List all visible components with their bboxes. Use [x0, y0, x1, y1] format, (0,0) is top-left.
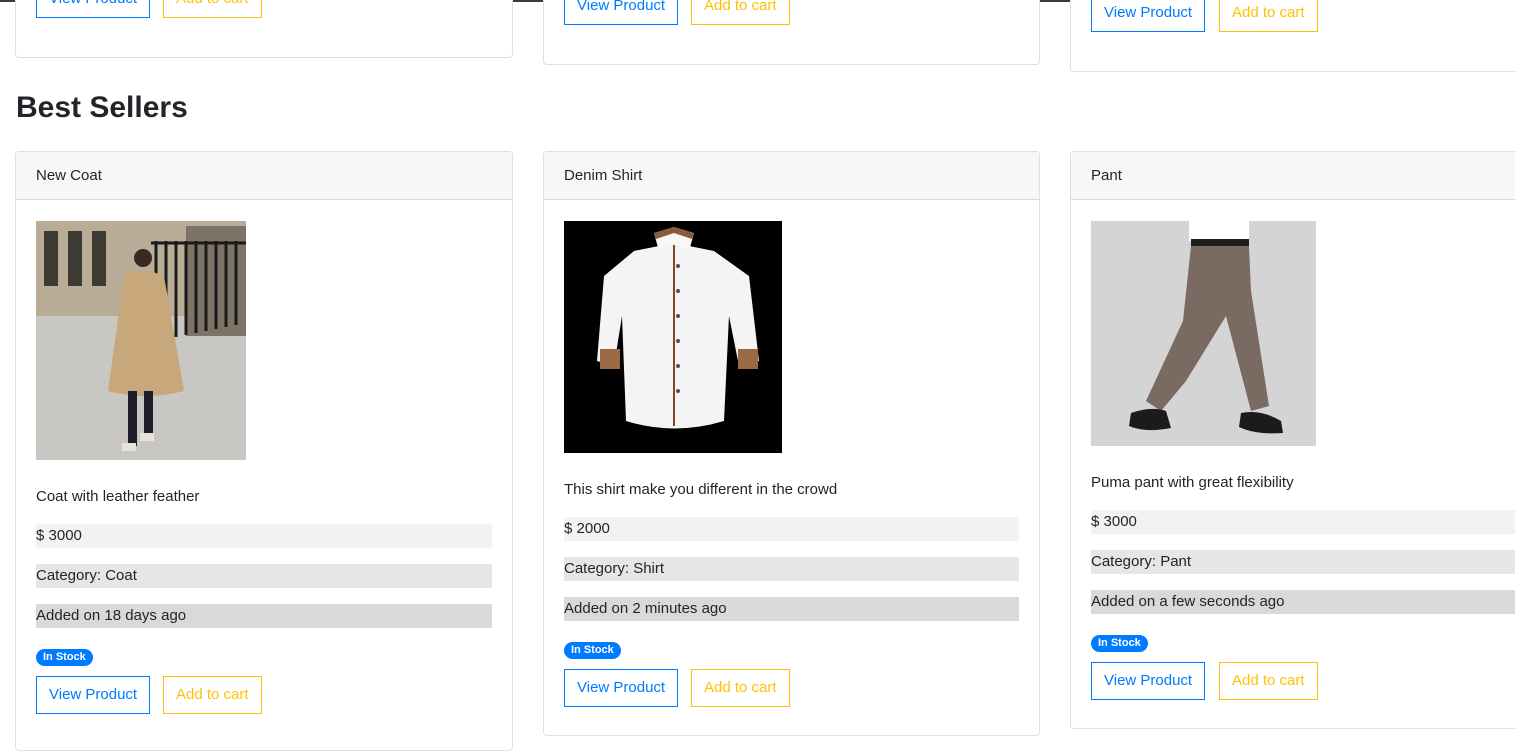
add-to-cart-button[interactable]: Add to cart — [691, 669, 790, 707]
product-description: Puma pant with great flexibility — [1091, 474, 1294, 491]
in-stock-badge: In Stock — [36, 649, 93, 666]
view-product-button[interactable]: View Product — [1091, 662, 1206, 700]
view-product-button[interactable]: View Product — [564, 0, 679, 25]
add-to-cart-button[interactable]: Add to cart — [1219, 0, 1318, 32]
product-price: $ 2000 — [564, 517, 1019, 541]
product-added-date: Added on 18 days ago — [36, 604, 492, 628]
product-category: Category: Coat — [36, 564, 492, 588]
add-to-cart-button[interactable]: Add to cart — [1219, 662, 1318, 700]
product-name: Denim Shirt — [544, 152, 1039, 200]
view-product-button[interactable]: View Product — [36, 676, 151, 714]
product-card-new-coat: New Coat Coat with leather feather $ 300… — [15, 151, 513, 751]
product-price: $ 3000 — [36, 524, 492, 548]
add-to-cart-button[interactable]: Add to cart — [691, 0, 790, 25]
view-product-button[interactable]: View Product — [564, 669, 679, 707]
product-description: This shirt make you different in the cro… — [564, 481, 838, 498]
product-added-date: Added on a few seconds ago — [1091, 590, 1515, 614]
section-title: Best Sellers — [16, 91, 188, 124]
view-product-button[interactable]: View Product — [36, 0, 151, 18]
product-image-shirt[interactable] — [564, 221, 782, 453]
product-added-date: Added on 2 minutes ago — [564, 597, 1019, 621]
product-category: Category: Pant — [1091, 550, 1515, 574]
product-category: Category: Shirt — [564, 557, 1019, 581]
view-product-button[interactable]: View Product — [1091, 0, 1206, 32]
product-price: $ 3000 — [1091, 510, 1515, 534]
in-stock-badge: In Stock — [564, 642, 621, 659]
product-description: Coat with leather feather — [36, 488, 200, 505]
product-card-pant: Pant Puma pant with great flexibility $ … — [1070, 151, 1515, 729]
product-image-coat[interactable] — [36, 221, 246, 460]
previous-product-card-3: View Product Add to cart — [1070, 0, 1515, 72]
product-image-pant[interactable] — [1091, 221, 1316, 446]
previous-product-card-1: View Product Add to cart — [15, 0, 513, 58]
product-name: New Coat — [16, 152, 512, 200]
product-card-denim-shirt: Denim Shirt This shirt make you differen… — [543, 151, 1040, 736]
in-stock-badge: In Stock — [1091, 635, 1148, 652]
previous-product-card-2: View Product Add to cart — [543, 0, 1040, 65]
product-name: Pant — [1071, 152, 1515, 200]
add-to-cart-button[interactable]: Add to cart — [163, 676, 262, 714]
add-to-cart-button[interactable]: Add to cart — [163, 0, 262, 18]
